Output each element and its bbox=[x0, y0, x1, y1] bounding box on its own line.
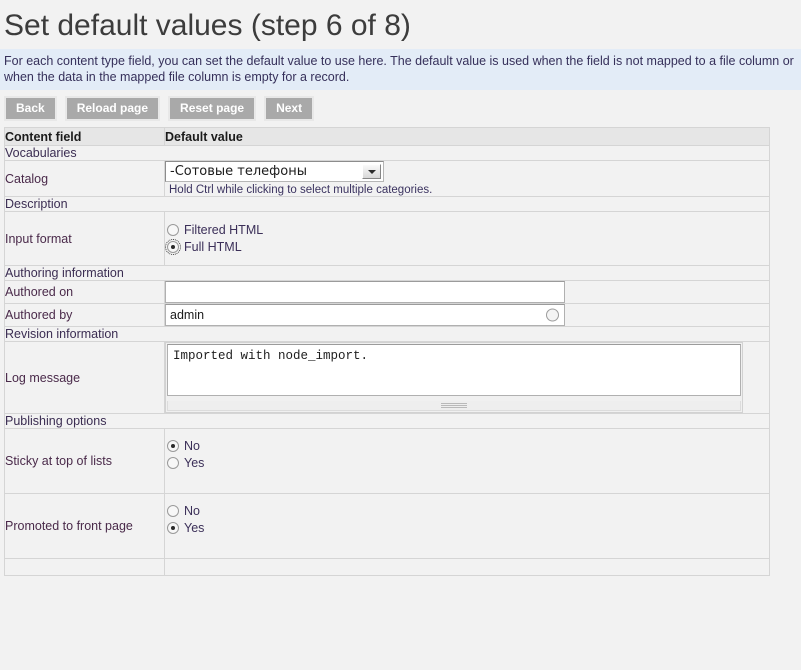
page-root: Set default values (step 6 of 8) For eac… bbox=[0, 0, 801, 670]
log-message-textarea[interactable] bbox=[167, 344, 741, 396]
radio-label-promoted-yes: Yes bbox=[184, 521, 205, 535]
default-values-table: Content field Default value Vocabularies… bbox=[4, 127, 770, 576]
field-label-authored-on: Authored on bbox=[4, 280, 165, 304]
field-label-sticky: Sticky at top of lists bbox=[4, 428, 165, 494]
page-title: Set default values (step 6 of 8) bbox=[4, 9, 411, 42]
section-label-publishing: Publishing options bbox=[4, 413, 770, 429]
column-header-default-value: Default value bbox=[164, 127, 770, 146]
field-label-input-format: Input format bbox=[4, 211, 165, 266]
next-button[interactable]: Next bbox=[264, 96, 315, 121]
radio-icon-filtered-html[interactable] bbox=[167, 224, 179, 236]
reload-page-button[interactable]: Reload page bbox=[64, 96, 161, 121]
section-label-authoring: Authoring information bbox=[4, 265, 770, 281]
radio-icon-full-html[interactable] bbox=[165, 239, 181, 255]
table-row-input-format: Input format Filtered HTML Full HTML bbox=[4, 211, 770, 266]
table-row-authored-by: Authored by bbox=[4, 303, 770, 327]
section-label-description: Description bbox=[4, 196, 770, 212]
table-row-log-message: Log message bbox=[4, 341, 770, 414]
wizard-button-bar: Back Reload page Reset page Next bbox=[0, 90, 801, 127]
field-value-catalog: -Сотовые телефоны Hold Ctrl while clicki… bbox=[164, 160, 770, 197]
section-row-vocabularies: Vocabularies bbox=[4, 145, 770, 161]
section-row-description: Description bbox=[4, 196, 770, 212]
reset-page-button[interactable]: Reset page bbox=[168, 96, 257, 121]
authored-by-input[interactable] bbox=[165, 304, 565, 326]
radio-label-full-html: Full HTML bbox=[184, 240, 242, 254]
radio-label-sticky-yes: Yes bbox=[184, 456, 205, 470]
catalog-description: Hold Ctrl while clicking to select multi… bbox=[169, 184, 433, 196]
table-row-promoted: Promoted to front page No Yes bbox=[4, 493, 770, 559]
authored-by-autocomplete bbox=[165, 304, 565, 326]
field-label-catalog: Catalog bbox=[4, 160, 165, 197]
field-value-partial bbox=[164, 558, 770, 576]
radio-icon-promoted-yes[interactable] bbox=[167, 522, 179, 534]
radio-label-filtered-html: Filtered HTML bbox=[184, 223, 264, 237]
radio-option-sticky-yes[interactable]: Yes bbox=[165, 455, 769, 471]
field-label-log-message: Log message bbox=[4, 341, 165, 414]
section-row-publishing: Publishing options bbox=[4, 413, 770, 429]
field-value-authored-on bbox=[164, 280, 770, 304]
radio-label-promoted-no: No bbox=[184, 504, 200, 518]
radio-icon-promoted-no[interactable] bbox=[167, 505, 179, 517]
section-row-authoring: Authoring information bbox=[4, 265, 770, 281]
help-banner: For each content type field, you can set… bbox=[0, 49, 801, 90]
table-row-catalog: Catalog -Сотовые телефоны Hold Ctrl whil… bbox=[4, 160, 770, 197]
table-row-authored-on: Authored on bbox=[4, 280, 770, 304]
catalog-select[interactable]: -Сотовые телефоны bbox=[165, 161, 384, 182]
field-value-sticky: No Yes bbox=[164, 428, 770, 494]
authored-on-input[interactable] bbox=[165, 281, 565, 303]
chevron-down-icon[interactable] bbox=[362, 164, 381, 179]
field-label-promoted: Promoted to front page bbox=[4, 493, 165, 559]
radio-option-promoted-no[interactable]: No bbox=[165, 503, 769, 519]
section-row-revision: Revision information bbox=[4, 326, 770, 342]
table-header-row: Content field Default value bbox=[4, 127, 770, 146]
autocomplete-throbber-icon bbox=[546, 308, 559, 322]
field-value-input-format: Filtered HTML Full HTML bbox=[164, 211, 770, 266]
textarea-resize-grippie[interactable] bbox=[167, 401, 741, 411]
log-message-container bbox=[165, 342, 743, 413]
field-label-authored-by: Authored by bbox=[4, 303, 165, 327]
field-label-partial bbox=[4, 558, 165, 576]
radio-option-filtered-html[interactable]: Filtered HTML bbox=[165, 222, 769, 238]
radio-option-sticky-no[interactable]: No bbox=[165, 438, 769, 454]
table-row-sticky: Sticky at top of lists No Yes bbox=[4, 428, 770, 494]
field-value-log-message bbox=[164, 341, 770, 414]
section-label-vocabularies: Vocabularies bbox=[4, 145, 770, 161]
section-label-revision: Revision information bbox=[4, 326, 770, 342]
radio-icon-sticky-no[interactable] bbox=[167, 440, 179, 452]
catalog-select-value: -Сотовые телефоны bbox=[170, 164, 308, 179]
back-button[interactable]: Back bbox=[4, 96, 57, 121]
radio-option-promoted-yes[interactable]: Yes bbox=[165, 520, 769, 536]
radio-label-sticky-no: No bbox=[184, 439, 200, 453]
table-row-partial-next bbox=[4, 558, 770, 576]
field-value-promoted: No Yes bbox=[164, 493, 770, 559]
radio-option-full-html[interactable]: Full HTML bbox=[165, 239, 769, 255]
field-value-authored-by bbox=[164, 303, 770, 327]
column-header-content-field: Content field bbox=[4, 127, 165, 146]
radio-icon-sticky-yes[interactable] bbox=[167, 457, 179, 469]
